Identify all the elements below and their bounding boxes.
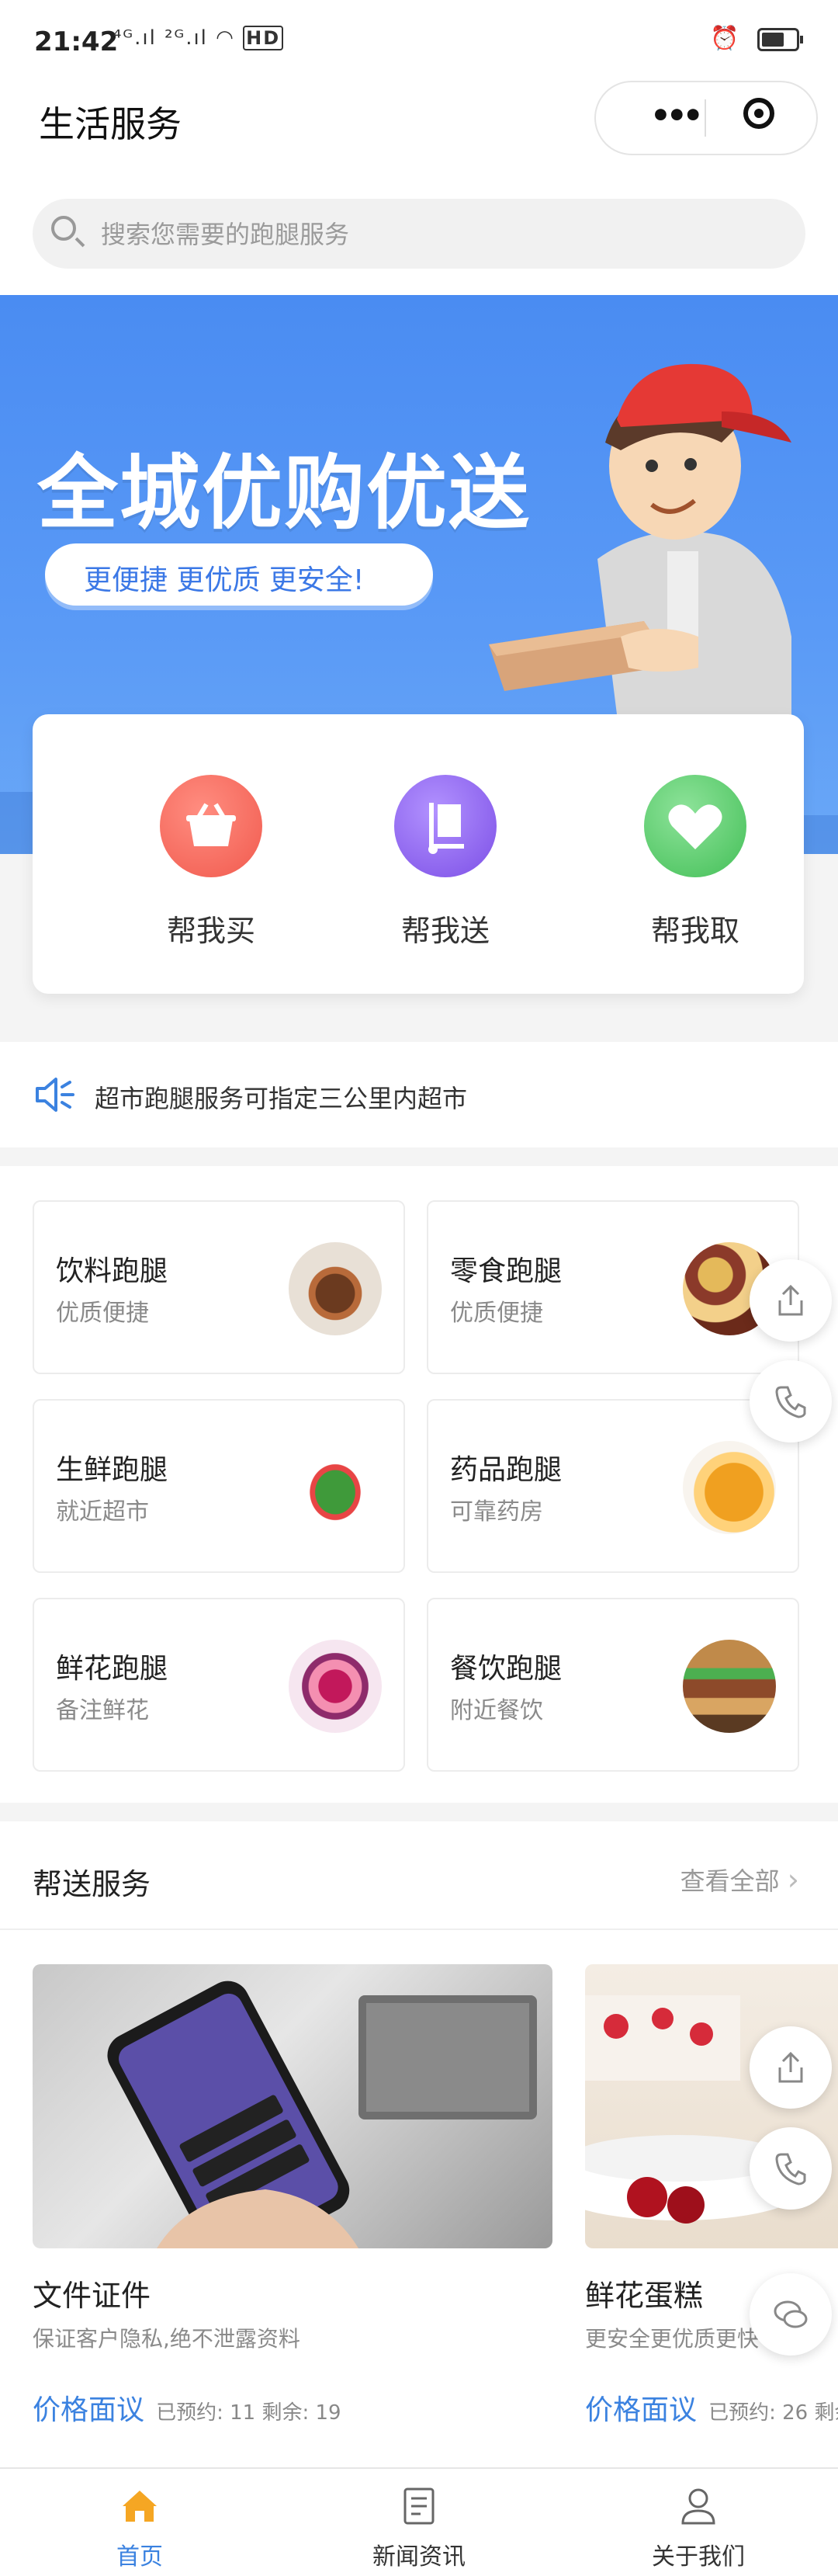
category-card-food[interactable]: 餐饮跑腿 附近餐饮 — [427, 1598, 799, 1772]
category-name: 生鲜跑腿 — [56, 1454, 168, 1486]
basket-icon — [160, 775, 262, 877]
medicine-thumbnail — [683, 1441, 776, 1534]
service-description: 保证客户隐私,绝不泄露资料 — [33, 2326, 300, 2352]
heart-icon — [644, 775, 746, 877]
tab-home[interactable]: 首页 — [0, 2469, 279, 2576]
bottom-tab-bar: 首页 新闻资讯 关于我们 — [0, 2467, 838, 2576]
category-name: 鲜花跑腿 — [56, 1653, 168, 1685]
alarm-icon: ⏰ — [710, 25, 739, 52]
category-card-drinks[interactable]: 饮料跑腿 优质便捷 — [33, 1200, 405, 1374]
quick-actions-card: 帮我买 帮我送 帮我取 — [33, 714, 804, 994]
quick-action-buy[interactable]: 帮我买 — [126, 775, 296, 950]
network-label: HD — [243, 26, 284, 50]
quick-action-send[interactable]: 帮我送 — [360, 775, 531, 950]
more-dots-icon[interactable]: ••• — [650, 96, 704, 134]
page-title: 生活服务 — [39, 103, 182, 145]
fresh-thumbnail — [289, 1441, 382, 1534]
target-icon[interactable] — [743, 98, 774, 129]
speaker-icon — [36, 1078, 74, 1112]
category-name: 餐饮跑腿 — [450, 1653, 563, 1685]
battery-icon — [757, 27, 803, 51]
quick-action-label: 帮我送 — [400, 914, 490, 948]
category-name: 药品跑腿 — [450, 1454, 563, 1486]
wifi-icon: ◠ — [216, 26, 235, 50]
share-icon — [778, 2051, 803, 2083]
banner-tagline: 更便捷 更优质 更安全! — [84, 564, 365, 596]
flowers-thumbnail — [289, 1640, 382, 1733]
app-header: 生活服务 ••• — [0, 78, 838, 163]
capsule-divider — [705, 99, 706, 137]
service-section-header: 帮送服务 查看全部 › — [0, 1821, 838, 1930]
category-subtitle: 优质便捷 — [56, 1300, 149, 1327]
service-booking-meta: 已预约: 26 剩余 — [708, 2401, 838, 2425]
signal-icons: ⁴ᴳ.ıl ²ᴳ.ıl ◠ HD — [113, 26, 284, 50]
status-bar: 21:42 ⁴ᴳ.ıl ²ᴳ.ıl ◠ HD ⏰ — [0, 0, 838, 78]
hand-truck-icon — [394, 775, 497, 877]
courier-illustration — [489, 363, 791, 745]
section-title: 帮送服务 — [33, 1867, 151, 1901]
view-all-link[interactable]: 查看全部 › — [680, 1862, 799, 1897]
service-name: 文件证件 — [33, 2279, 151, 2313]
chat-icon — [774, 2300, 808, 2328]
phone-icon — [775, 1386, 806, 1418]
banner-tagline-pill: 更便捷 更优质 更安全! — [45, 543, 433, 606]
category-card-medicine[interactable]: 药品跑腿 可靠药房 — [427, 1399, 799, 1573]
mini-program-capsule: ••• — [594, 81, 818, 155]
home-icon — [123, 2491, 157, 2522]
signal-icon: ⁴ᴳ.ıl ²ᴳ.ıl — [113, 26, 208, 50]
search-bar[interactable] — [33, 199, 805, 269]
tab-label: 首页 — [116, 2543, 163, 2571]
share-float-button-2[interactable] — [750, 2026, 832, 2109]
phone-float-button-2[interactable] — [750, 2127, 832, 2210]
view-all-label: 查看全部 — [680, 1866, 780, 1896]
quick-action-take[interactable]: 帮我取 — [610, 775, 781, 950]
service-price-row: 价格面议 已预约: 26 剩余 — [585, 2387, 838, 2428]
tab-label: 关于我们 — [652, 2543, 745, 2571]
category-name: 饮料跑腿 — [56, 1255, 168, 1287]
tab-label: 新闻资讯 — [372, 2543, 466, 2571]
category-subtitle: 就近超市 — [56, 1498, 149, 1526]
status-right: ⏰ — [710, 25, 803, 52]
category-grid: 饮料跑腿 优质便捷 零食跑腿 优质便捷 生鲜跑腿 就近超市 药品跑腿 可靠药房 … — [0, 1166, 838, 1803]
documents-image — [33, 1964, 552, 2248]
banner-headline: 全城优购优送 — [37, 446, 532, 540]
service-price-row: 价格面议 已预约: 11 剩余: 19 — [33, 2387, 552, 2428]
phone-float-button[interactable] — [750, 1360, 832, 1442]
category-name: 零食跑腿 — [450, 1255, 563, 1287]
category-card-fresh[interactable]: 生鲜跑腿 就近超市 — [33, 1399, 405, 1573]
service-booking-meta: 已预约: 11 剩余: 19 — [156, 2401, 341, 2425]
category-subtitle: 备注鲜花 — [56, 1697, 149, 1724]
notice-bar[interactable]: 超市跑腿服务可指定三公里内超市 — [0, 1042, 838, 1147]
drinks-thumbnail — [289, 1242, 382, 1335]
search-icon — [51, 216, 76, 241]
food-thumbnail — [683, 1640, 776, 1733]
service-card-documents[interactable]: 文件证件 保证客户隐私,绝不泄露资料 价格面议 已预约: 11 剩余: 19 — [33, 1964, 552, 2428]
news-icon — [403, 2487, 435, 2525]
category-card-flowers[interactable]: 鲜花跑腿 备注鲜花 — [33, 1598, 405, 1772]
notice-text: 超市跑腿服务可指定三公里内超市 — [95, 1084, 468, 1113]
share-icon — [778, 1284, 803, 1316]
tab-about[interactable]: 关于我们 — [559, 2469, 838, 2576]
chat-float-button[interactable] — [750, 2273, 832, 2356]
service-price: 价格面议 — [585, 2394, 698, 2426]
search-section — [0, 163, 838, 295]
quick-action-label: 帮我买 — [166, 914, 255, 948]
chevron-right-icon: › — [787, 1863, 799, 1897]
category-subtitle: 优质便捷 — [450, 1300, 543, 1327]
search-input[interactable] — [99, 214, 770, 255]
status-time: 21:42 — [34, 26, 119, 57]
share-float-button[interactable] — [750, 1259, 832, 1342]
user-icon — [681, 2488, 715, 2525]
quick-action-label: 帮我取 — [650, 914, 739, 948]
phone-icon — [775, 2153, 806, 2185]
category-card-snacks[interactable]: 零食跑腿 优质便捷 — [427, 1200, 799, 1374]
service-price: 价格面议 — [33, 2394, 145, 2426]
category-subtitle: 可靠药房 — [450, 1498, 543, 1526]
category-subtitle: 附近餐饮 — [450, 1697, 543, 1724]
tab-news[interactable]: 新闻资讯 — [279, 2469, 559, 2576]
service-carousel[interactable]: 文件证件 保证客户隐私,绝不泄露资料 价格面议 已预约: 11 剩余: 19 鲜… — [0, 1930, 838, 2467]
